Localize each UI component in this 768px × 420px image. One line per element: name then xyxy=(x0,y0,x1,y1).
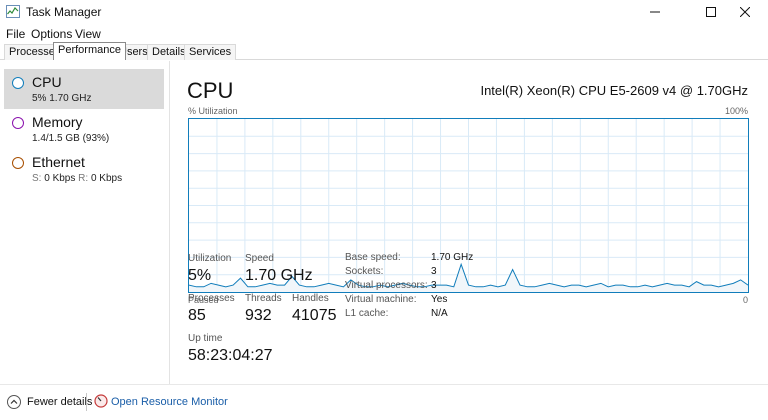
resource-detail: S: 0 Kbps R: 0 Kbps xyxy=(32,173,122,184)
window-title: Task Manager xyxy=(26,5,102,19)
virtual-machine-value: Yes xyxy=(431,294,448,305)
processes-value: 85 xyxy=(188,307,206,324)
title-bar: Task Manager xyxy=(0,0,768,24)
graph-min-label: 0 xyxy=(742,295,748,305)
utilization-value: 5% xyxy=(188,267,212,284)
l1-cache-value: N/A xyxy=(431,308,448,319)
maximize-icon xyxy=(706,7,716,17)
footer-bar: Fewer details Open Resource Monitor xyxy=(0,384,768,420)
handles-value: 41075 xyxy=(292,307,337,324)
graph-y-label: % Utilization xyxy=(188,106,238,116)
open-resource-monitor-link[interactable]: Open Resource Monitor xyxy=(111,396,228,408)
tab-bar: Processes Performance Users Details Serv… xyxy=(0,42,768,60)
chevron-up-icon[interactable] xyxy=(7,395,21,409)
receive-label: R: xyxy=(78,173,89,184)
task-manager-icon xyxy=(6,5,20,18)
fewer-details-button[interactable]: Fewer details xyxy=(27,396,92,408)
ethernet-indicator-icon xyxy=(12,157,24,169)
sockets-label: Sockets: xyxy=(345,266,384,277)
resource-monitor-icon[interactable] xyxy=(94,394,108,408)
resource-detail: 1.4/1.5 GB (93%) xyxy=(32,133,110,144)
threads-label: Threads xyxy=(245,293,282,304)
minimize-icon xyxy=(650,11,660,13)
virtual-machine-label: Virtual machine: xyxy=(345,294,417,305)
cpu-indicator-icon xyxy=(12,77,24,89)
resource-name: CPU xyxy=(32,74,62,90)
close-button[interactable] xyxy=(722,0,768,24)
graph-max-label: 100% xyxy=(724,106,748,116)
close-icon xyxy=(740,7,750,17)
send-label: S: xyxy=(32,173,42,184)
menu-view[interactable]: View xyxy=(75,27,101,41)
speed-value: 1.70 GHz xyxy=(245,267,313,284)
cpu-model-name: Intel(R) Xeon(R) CPU E5-2609 v4 @ 1.70GH… xyxy=(480,83,748,98)
uptime-value: 58:23:04:27 xyxy=(188,347,273,364)
base-speed-value: 1.70 GHz xyxy=(431,252,474,263)
cpu-detail-panel: CPU Intel(R) Xeon(R) CPU E5-2609 v4 @ 1.… xyxy=(171,61,768,384)
tab-services[interactable]: Services xyxy=(184,44,237,60)
uptime-label: Up time xyxy=(188,333,223,344)
resource-item-ethernet[interactable]: Ethernet S: 0 Kbps R: 0 Kbps xyxy=(4,149,164,189)
tab-performance[interactable]: Performance xyxy=(53,42,126,60)
resource-item-cpu[interactable]: CPU 5% 1.70 GHz xyxy=(4,69,164,109)
menu-file[interactable]: File xyxy=(6,27,25,41)
resource-name: Memory xyxy=(32,114,83,130)
page-title: CPU xyxy=(187,78,234,103)
virtual-processors-value: 3 xyxy=(431,280,437,291)
send-rate: 0 Kbps xyxy=(44,173,76,184)
base-speed-label: Base speed: xyxy=(345,252,401,263)
memory-indicator-icon xyxy=(12,117,24,129)
virtual-processors-label: Virtual processors: xyxy=(345,280,428,291)
resource-detail: 5% 1.70 GHz xyxy=(32,93,92,104)
threads-value: 932 xyxy=(245,307,272,324)
resource-name: Ethernet xyxy=(32,154,85,170)
l1-cache-label: L1 cache: xyxy=(345,308,389,319)
menu-bar: File Options View xyxy=(0,24,768,42)
resource-list: CPU 5% 1.70 GHz Memory 1.4/1.5 GB (93%) … xyxy=(0,61,170,384)
processes-label: Processes xyxy=(188,293,235,304)
sockets-value: 3 xyxy=(431,266,437,277)
menu-options[interactable]: Options xyxy=(31,27,72,41)
footer-divider xyxy=(86,393,87,411)
resource-item-memory[interactable]: Memory 1.4/1.5 GB (93%) xyxy=(4,109,164,149)
minimize-button[interactable] xyxy=(632,0,678,24)
handles-label: Handles xyxy=(292,293,329,304)
utilization-label: Utilization xyxy=(188,253,232,264)
receive-rate: 0 Kbps xyxy=(90,173,123,184)
speed-label: Speed xyxy=(245,253,274,264)
